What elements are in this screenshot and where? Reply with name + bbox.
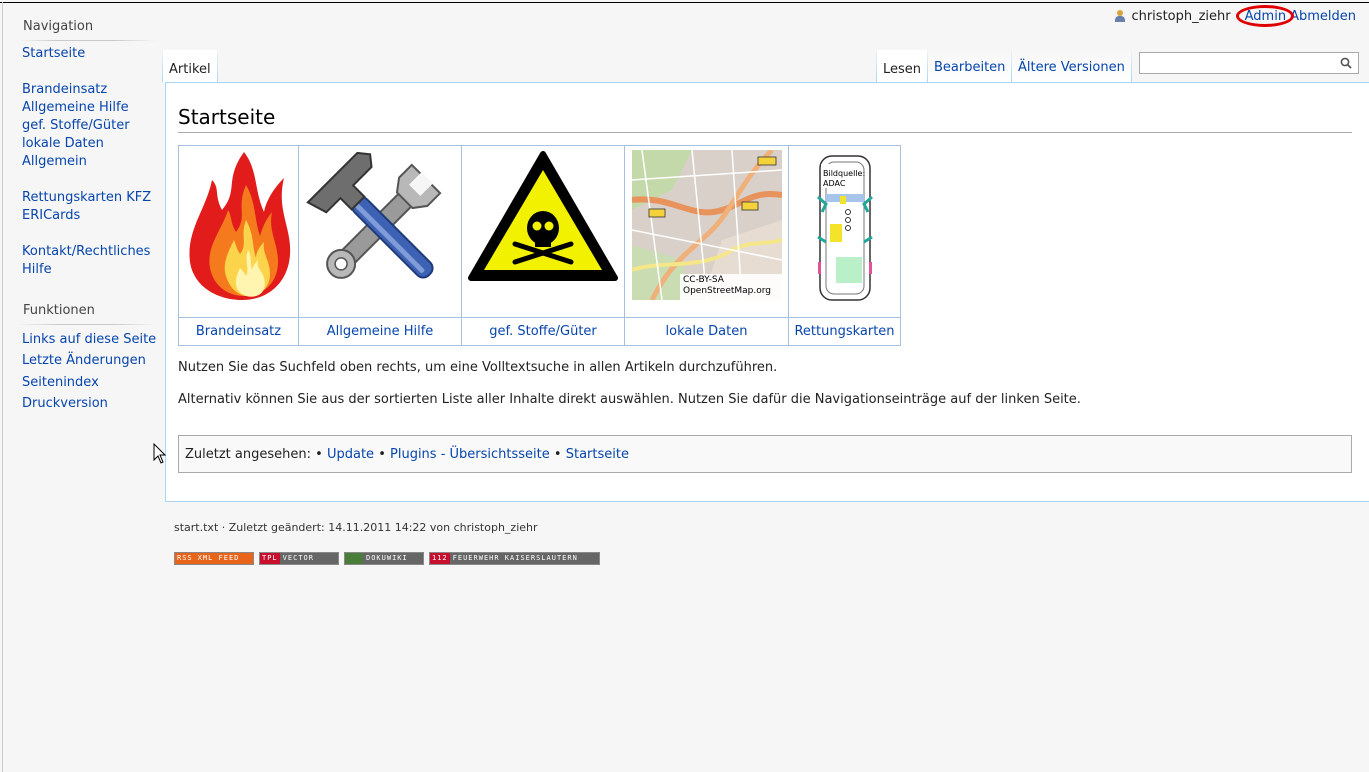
dokuwiki-logo-icon <box>345 553 363 564</box>
breadcrumb-label: Zuletzt angesehen: <box>185 447 311 462</box>
search-icon[interactable] <box>1340 57 1352 69</box>
map-caption-source: OpenStreetMap.org <box>683 286 772 296</box>
badge-right: VECTOR <box>279 553 338 564</box>
tile-image-cell[interactable] <box>298 145 462 318</box>
breadcrumb-separator: • <box>315 447 327 462</box>
nav-item-brandeinsatz[interactable]: Brandeinsatz <box>22 81 107 99</box>
tab-divider <box>217 48 218 82</box>
tile-label-cell: lokale Daten <box>624 317 789 346</box>
tab-read[interactable]: Lesen <box>877 50 927 83</box>
breadcrumb-item[interactable]: Startseite <box>566 447 629 462</box>
page-title: Startseite <box>178 105 1352 133</box>
function-links-here[interactable]: Links auf diese Seite <box>22 331 156 349</box>
tile-link-gef-stoffe[interactable]: gef. Stoffe/Güter <box>489 324 597 339</box>
personal-tools: christoph_ziehr Admin Abmelden <box>1115 4 1356 27</box>
function-recent-changes[interactable]: Letzte Änderungen <box>22 352 146 370</box>
logout-link[interactable]: Abmelden <box>1290 9 1356 24</box>
nav-item-startseite[interactable]: Startseite <box>22 45 85 63</box>
top-border <box>0 2 1369 3</box>
nav-item-lokale-daten[interactable]: lokale Daten <box>22 135 104 153</box>
tile-label-cell: Brandeinsatz <box>178 317 299 346</box>
dokuwiki-badge[interactable]: DOKUWIKI <box>344 552 424 565</box>
admin-link-wrap[interactable]: Admin <box>1235 4 1294 27</box>
toxic-warning-icon[interactable] <box>467 150 619 284</box>
tile-link-rettungskarten[interactable]: Rettungskarten <box>794 324 894 339</box>
tile-link-lokale-daten[interactable]: lokale Daten <box>666 324 748 339</box>
fire-icon[interactable] <box>184 150 294 302</box>
breadcrumb-item[interactable]: Update <box>327 447 374 462</box>
tab-edit-link[interactable]: Bearbeiten <box>934 60 1005 75</box>
tab-divider <box>1131 48 1132 82</box>
nav-item-ericards[interactable]: ERICards <box>22 207 80 225</box>
nav-item-rettungskarten-kfz[interactable]: Rettungskarten KFZ <box>22 189 151 207</box>
mouse-cursor-icon <box>153 443 167 464</box>
tab-article-label: Artikel <box>169 62 211 77</box>
breadcrumb-separator: • <box>378 447 390 462</box>
tile-image-cell[interactable]: Bildquelle: ADAC <box>788 145 901 318</box>
function-print-version[interactable]: Druckversion <box>22 395 108 413</box>
badge-left: 112 <box>430 553 450 564</box>
nav-item-gef-stoffe[interactable]: gef. Stoffe/Güter <box>22 117 130 135</box>
navigation-heading: Navigation <box>23 19 94 34</box>
user-icon <box>1115 10 1126 22</box>
car-caption: Bildquelle: ADAC <box>823 169 865 189</box>
tile-label-cell: gef. Stoffe/Güter <box>461 317 625 346</box>
navigation-paragraph: Alternativ können Sie aus der sortierten… <box>178 392 1081 407</box>
tile-label-cell: Rettungskarten <box>788 317 901 346</box>
tab-article[interactable]: Artikel <box>163 50 217 83</box>
tile-label-cell: Allgemeine Hilfe <box>298 317 462 346</box>
tile-link-brandeinsatz[interactable]: Brandeinsatz <box>196 324 281 339</box>
function-page-index[interactable]: Seitenindex <box>22 374 99 392</box>
tile-image-cell[interactable]: CC-BY-SA OpenStreetMap.org <box>624 145 789 318</box>
map-caption-license: CC-BY-SA <box>683 275 724 285</box>
footer-badges: RSS XML FEED TPL VECTOR DOKUWIKI 112 FEU… <box>174 552 600 565</box>
tools-icon[interactable] <box>305 150 455 300</box>
template-vector-badge[interactable]: TPL VECTOR <box>259 552 339 565</box>
tile-table: CC-BY-SA OpenStreetMap.org Bildquelle: A… <box>178 145 901 346</box>
badge-right: FEUERWEHR KAISERSLAUTERN <box>449 553 599 564</box>
functions-heading: Funktionen <box>23 303 95 318</box>
badge-left: RSS <box>175 553 195 564</box>
tile-link-allgemeine-hilfe[interactable]: Allgemeine Hilfe <box>327 324 434 339</box>
navigation-divider <box>18 40 156 41</box>
username-link[interactable]: christoph_ziehr <box>1131 9 1230 24</box>
nav-item-kontakt[interactable]: Kontakt/Rechtliches <box>22 243 150 261</box>
tab-history-link[interactable]: Ältere Versionen <box>1018 60 1125 75</box>
admin-highlight-ring <box>1235 4 1294 27</box>
nav-item-allgemeine-hilfe[interactable]: Allgemeine Hilfe <box>22 99 129 117</box>
tab-read-label: Lesen <box>883 62 922 77</box>
feuerwehr-badge[interactable]: 112 FEUERWEHR KAISERSLAUTERN <box>429 552 600 565</box>
search-box <box>1139 52 1359 75</box>
tab-history[interactable]: Ältere Versionen <box>1012 48 1131 82</box>
search-input[interactable] <box>1144 53 1338 75</box>
content-area: Startseite CC-BY-SA OpenStreetMap.org Bi… <box>165 82 1369 502</box>
car-caption-source: ADAC <box>823 179 846 188</box>
car-caption-source-label: Bildquelle: <box>823 169 866 178</box>
tile-image-cell[interactable] <box>178 145 299 318</box>
intro-paragraph: Nutzen Sie das Suchfeld oben rechts, um … <box>178 360 778 375</box>
badge-right: DOKUWIKI <box>363 553 423 564</box>
left-border <box>2 2 3 772</box>
nav-item-hilfe[interactable]: Hilfe <box>22 261 52 279</box>
rss-feed-badge[interactable]: RSS XML FEED <box>174 552 254 565</box>
badge-right: XML FEED <box>194 553 253 564</box>
functions-divider <box>18 324 156 325</box>
nav-item-allgemein[interactable]: Allgemein <box>22 153 87 171</box>
map-caption: CC-BY-SA OpenStreetMap.org <box>683 275 771 297</box>
breadcrumb-item[interactable]: Plugins - Übersichtsseite <box>390 447 550 462</box>
badge-left: TPL <box>260 553 280 564</box>
breadcrumb-separator: • <box>553 447 566 462</box>
breadcrumb: Zuletzt angesehen: • Update • Plugins - … <box>178 435 1352 473</box>
tile-image-cell[interactable] <box>461 145 625 318</box>
tab-edit[interactable]: Bearbeiten <box>928 48 1011 82</box>
footer-info: start.txt · Zuletzt geändert: 14.11.2011… <box>174 521 538 534</box>
